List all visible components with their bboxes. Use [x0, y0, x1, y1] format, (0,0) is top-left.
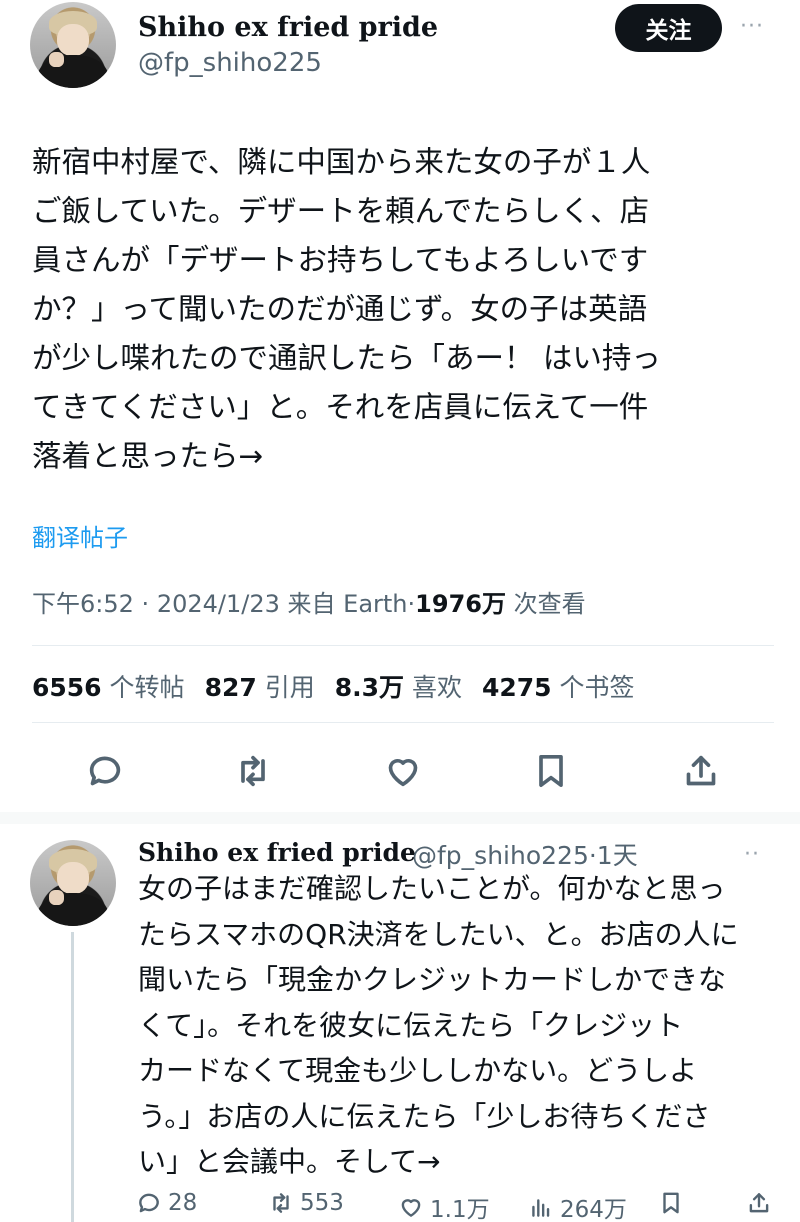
reposts-stat[interactable]: 6556 个转帖	[32, 668, 185, 704]
like-icon	[401, 1199, 421, 1217]
tweet-meta: 下午6:52 · 2024/1/23 来自 Earth·1976万 次查看	[32, 584, 586, 619]
reply-action-bar: 28 553 1.1万 264万	[130, 1186, 780, 1222]
more-options-icon[interactable]: ··	[744, 842, 760, 867]
like-count: 1.1万	[430, 1197, 490, 1222]
reply-count: 28	[168, 1190, 198, 1216]
translate-post-link[interactable]: 翻译帖子	[32, 518, 128, 553]
views-icon	[532, 1199, 550, 1217]
reply-author-display-name[interactable]: Shiho ex fried pride	[138, 838, 416, 867]
tweet-time[interactable]: 下午6:52	[32, 590, 134, 618]
bookmark-icon[interactable]	[528, 748, 574, 794]
views-count: 1976万	[415, 590, 506, 618]
like-icon[interactable]	[380, 748, 426, 794]
divider	[32, 722, 774, 723]
more-options-icon[interactable]: ···	[740, 14, 764, 39]
main-tweet-header: Shiho ex fried pride @fp_shiho225 关注 ···	[0, 0, 800, 110]
tweet-text: 新宿中村屋で、隣に中国から来た女の子が１人 ご飯していた。デザートを頼んでたらし…	[32, 145, 661, 473]
likes-stat[interactable]: 8.3万 喜欢	[335, 668, 462, 704]
repost-icon[interactable]	[230, 748, 276, 794]
thread-line	[71, 932, 74, 1222]
like-count-button[interactable]: 1.1万	[398, 1190, 490, 1222]
bookmark-icon	[663, 1192, 679, 1214]
reply-count-button[interactable]: 28	[136, 1190, 197, 1216]
share-icon[interactable]	[678, 748, 724, 794]
meta-separator: ·	[141, 590, 150, 618]
author-handle[interactable]: @fp_shiho225	[138, 48, 322, 78]
reply-icon	[139, 1193, 159, 1213]
repost-count: 553	[300, 1190, 344, 1216]
bookmark-button[interactable]	[658, 1190, 684, 1216]
reply-text: 女の子はまだ確認したいことが。何かなと思っ たらスマホのQR決済をしたい、と。お…	[138, 872, 739, 1178]
tweet-source: 来自 Earth	[287, 590, 408, 618]
author-display-name[interactable]: Shiho ex fried pride	[138, 12, 438, 43]
avatar[interactable]	[30, 840, 116, 926]
tweet-date[interactable]: 2024/1/23	[157, 590, 280, 618]
divider	[32, 645, 774, 646]
bookmarks-stat[interactable]: 4275 个书签	[482, 668, 635, 704]
views-count-button[interactable]: 264万	[528, 1190, 627, 1222]
section-separator	[0, 812, 800, 824]
repost-count-button[interactable]: 553	[268, 1190, 344, 1216]
share-button[interactable]	[746, 1190, 772, 1216]
tweet-action-bar	[0, 740, 800, 804]
views-count: 264万	[560, 1197, 627, 1222]
quotes-stat[interactable]: 827 引用	[205, 668, 315, 704]
avatar[interactable]	[30, 2, 116, 88]
share-icon	[749, 1193, 769, 1213]
views-label: 次查看	[513, 590, 586, 618]
repost-icon	[273, 1193, 289, 1213]
follow-button[interactable]: 关注	[615, 4, 722, 52]
engagement-stats: 6556 个转帖 827 引用 8.3万 喜欢 4275 个书签	[32, 668, 635, 704]
reply-icon[interactable]	[82, 748, 128, 794]
